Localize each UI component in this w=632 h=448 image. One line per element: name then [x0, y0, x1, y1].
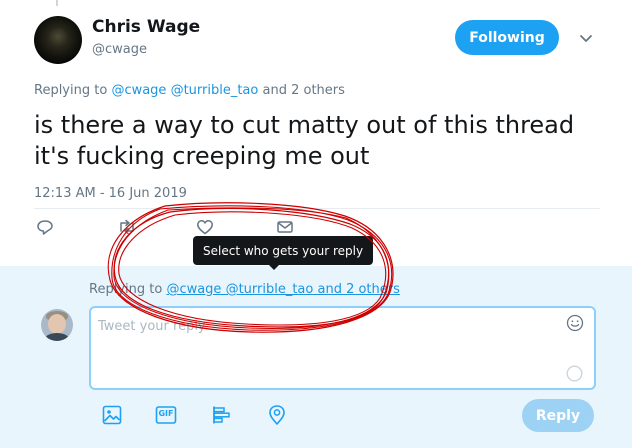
- author-handle[interactable]: @cwage: [92, 42, 147, 57]
- tweet-text-line: is there a way to cut matty out of this …: [34, 111, 575, 139]
- gif-icon[interactable]: GIF: [155, 404, 177, 426]
- composer-replying-link[interactable]: @cwage @turrible_tao and 2 others: [166, 282, 399, 297]
- chevron-down-icon[interactable]: [578, 30, 594, 46]
- reply-button[interactable]: Reply: [522, 399, 594, 432]
- composer-replying-to: Replying to @cwage @turrible_tao and 2 o…: [89, 282, 400, 297]
- gif-label: GIF: [158, 409, 174, 418]
- composer-replying-prefix: Replying to: [89, 282, 163, 297]
- envelope-icon[interactable]: [276, 218, 296, 238]
- replying-handles-link[interactable]: @cwage @turrible_tao: [111, 83, 258, 98]
- thread-connector-line: [56, 0, 58, 6]
- avatar-shirt: [45, 333, 69, 341]
- tweet-text: is there a way to cut matty out of this …: [34, 110, 614, 172]
- author-name[interactable]: Chris Wage: [92, 17, 200, 37]
- poll-icon[interactable]: [211, 404, 233, 426]
- image-icon[interactable]: [101, 404, 123, 426]
- reply-icon[interactable]: [36, 218, 56, 238]
- author-avatar[interactable]: [34, 16, 82, 64]
- tweet-text-line: it's fucking creeping me out: [34, 142, 370, 170]
- location-icon[interactable]: [266, 404, 288, 426]
- character-counter-icon: [566, 365, 583, 382]
- following-button[interactable]: Following: [455, 20, 559, 55]
- replying-prefix: Replying to: [34, 83, 108, 98]
- divider: [34, 208, 600, 209]
- tweet-timestamp[interactable]: 12:13 AM - 16 Jun 2019: [34, 186, 187, 201]
- replying-to-line: Replying to @cwage @turrible_tao and 2 o…: [34, 83, 345, 98]
- user-avatar[interactable]: [41, 309, 73, 341]
- avatar-face: [48, 314, 66, 334]
- tooltip: Select who gets your reply: [193, 236, 374, 265]
- avatar-face: [49, 28, 67, 50]
- tooltip-arrow: [268, 264, 280, 270]
- replying-others[interactable]: and 2 others: [263, 83, 345, 98]
- reply-placeholder: Tweet your reply: [98, 319, 206, 334]
- heart-icon[interactable]: [196, 218, 216, 238]
- retweet-icon[interactable]: [117, 218, 137, 238]
- emoji-icon[interactable]: [566, 314, 584, 332]
